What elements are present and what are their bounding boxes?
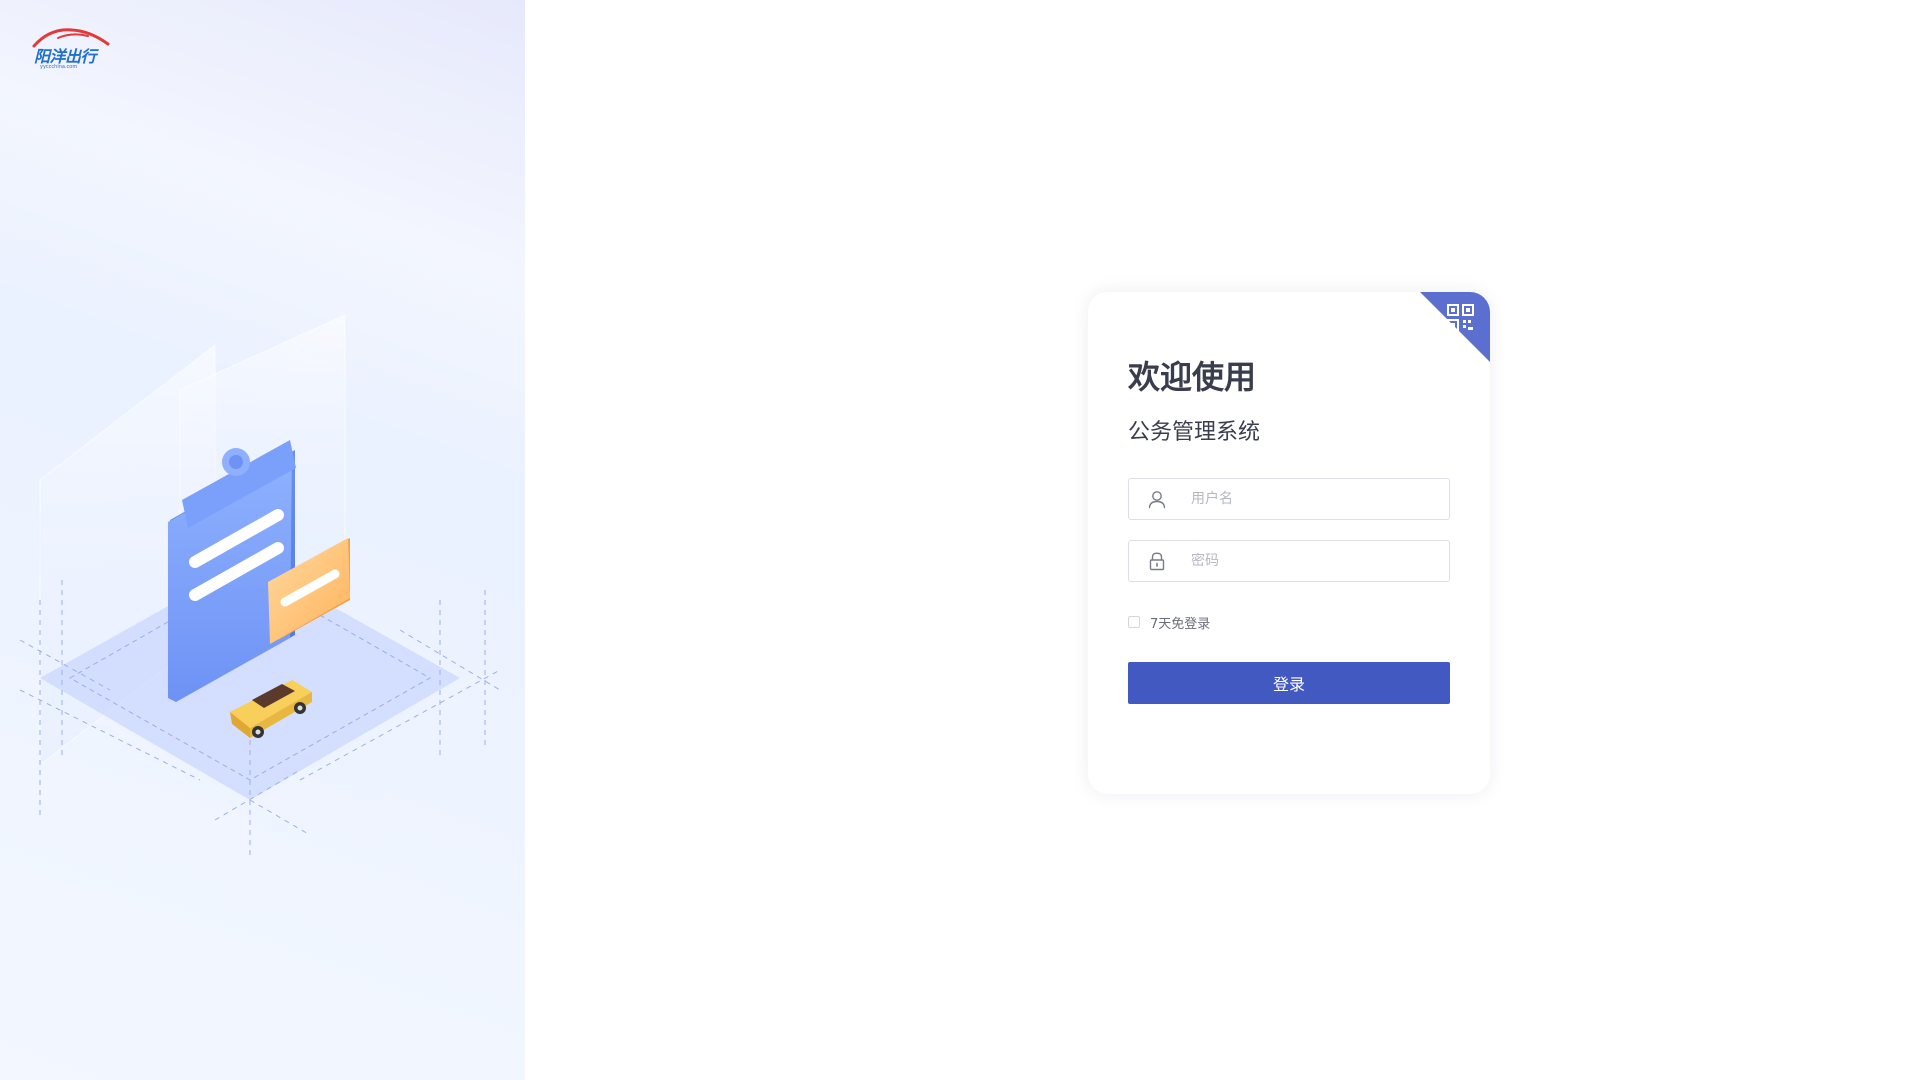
logo-subtext: yyccchina.com	[40, 64, 78, 70]
login-button[interactable]: 登录	[1128, 662, 1450, 704]
login-page: 阳洋出行 yyccchina.com 欢迎使用 公务管理系统 用户名 7天免登录…	[0, 0, 1920, 1080]
welcome-title: 欢迎使用	[1128, 358, 1257, 396]
username-field[interactable]	[1128, 478, 1450, 520]
remember-login-option[interactable]: 7天免登录	[1128, 614, 1211, 632]
left-illustration-panel: 阳洋出行 yyccchina.com	[0, 0, 525, 1080]
password-input[interactable]	[1191, 541, 1441, 581]
username-input[interactable]	[1191, 479, 1441, 519]
login-card: 欢迎使用 公务管理系统 7天免登录 登录	[1088, 292, 1490, 794]
qr-code-icon	[1420, 292, 1490, 362]
qr-login-toggle[interactable]	[1420, 292, 1490, 362]
lock-icon	[1149, 552, 1165, 571]
brand-logo: 阳洋出行 yyccchina.com	[28, 26, 114, 74]
remember-checkbox[interactable]	[1128, 616, 1140, 628]
system-subtitle: 公务管理系统	[1128, 420, 1261, 445]
user-icon	[1148, 491, 1166, 509]
remember-label: 7天免登录	[1150, 616, 1211, 632]
password-field[interactable]	[1128, 540, 1450, 582]
clipboard-car-illustration	[19, 314, 501, 860]
